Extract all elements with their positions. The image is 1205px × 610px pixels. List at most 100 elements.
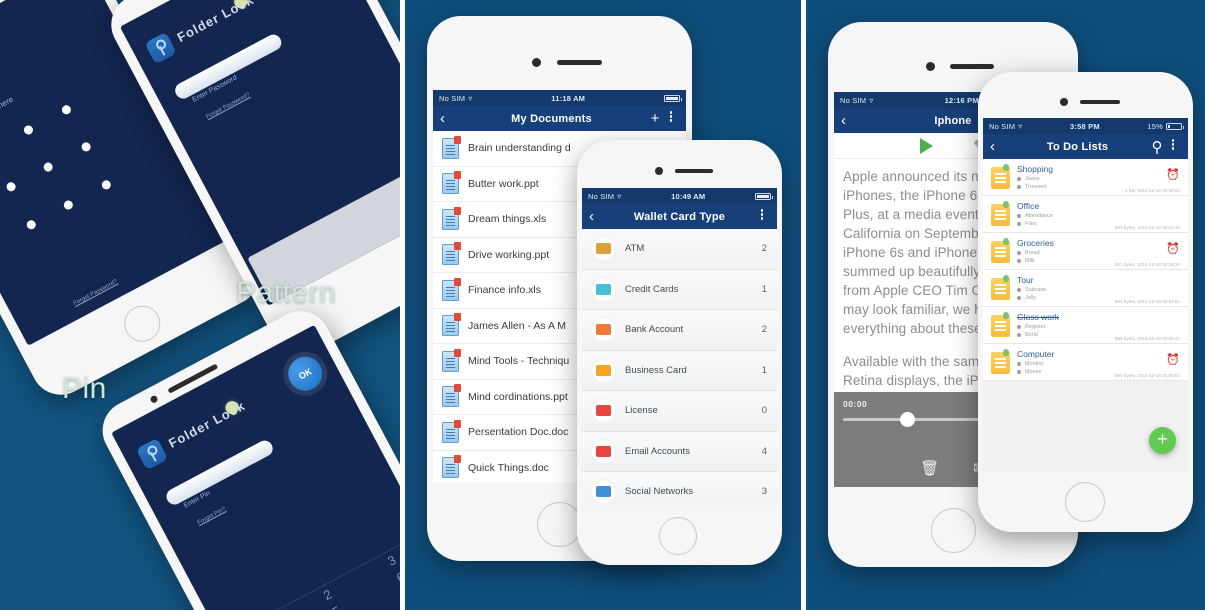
pattern-dot[interactable] (22, 123, 35, 136)
todo-list-row[interactable]: Glass work Register Bond 898 bytes, 2015-12… (983, 307, 1188, 344)
lock-key-icon (135, 437, 169, 471)
home-button[interactable] (1065, 482, 1105, 522)
wallet-card-row[interactable]: Business Card 1 (582, 350, 777, 391)
carrier-label: No SIM (588, 191, 615, 201)
wallet-card-row[interactable]: Email Accounts 4 (582, 431, 777, 472)
todo-list-row[interactable]: Tour Suitcase Jelly 893 bytes, 2015-12-18 0… (983, 270, 1188, 307)
pattern-dot-grid[interactable] (0, 81, 135, 254)
wallet-card-row[interactable]: ATM 2 (582, 229, 777, 270)
bullet-icon (1017, 295, 1021, 300)
social-network-icon (592, 480, 615, 504)
wallet-card-count: 1 (761, 283, 767, 295)
forgot-password-link[interactable]: Forgot Password? (205, 92, 251, 120)
todo-subitem: Jeans (1017, 176, 1180, 182)
todo-list-row[interactable]: Shopping Jeans Trousers ⏰ 1 KB, 2015-12-18 0… (983, 159, 1188, 196)
earpiece-speaker (1080, 100, 1120, 104)
status-time: 3:58 PM (1070, 121, 1100, 131)
play-icon[interactable] (920, 137, 934, 154)
carrier-label: No SIM (840, 95, 867, 105)
forgot-password-link[interactable]: Forgot Password? (73, 279, 119, 307)
kebab-menu-icon[interactable] (754, 208, 770, 226)
todo-subitem-label: Bread (1025, 250, 1040, 256)
todo-list-title: Groceries (1017, 238, 1054, 248)
carrier-label: No SIM (439, 93, 466, 103)
wallet-card-row[interactable]: Social Networks 3 (582, 472, 777, 505)
document-file-icon (442, 384, 461, 408)
document-name: Mind cordinations.ppt (468, 390, 568, 403)
pattern-dot[interactable] (100, 178, 113, 191)
back-chevron-icon[interactable]: ‹ (990, 139, 1006, 154)
todo-meta: 1 KB, 2015-12-18 03:58:51 (1124, 188, 1180, 193)
piggy-bank-icon (592, 318, 615, 342)
pattern-dot[interactable] (80, 141, 93, 154)
kebab-menu-icon[interactable] (1165, 138, 1181, 156)
bullet-icon (1017, 369, 1021, 374)
battery-icon (1166, 122, 1184, 130)
bullet-icon (1017, 258, 1021, 263)
pattern-dot[interactable] (62, 198, 75, 212)
forgot-pin-link[interactable]: Forgot Pin? (197, 506, 227, 526)
todo-list-row[interactable]: Office Attendance Files 893 bytes, 2015-12-… (983, 196, 1188, 233)
todo-screen: No SIM ▿ 3:58 PM 15% ‹ To Do Lists ⚲ Sho… (983, 118, 1188, 472)
home-button[interactable] (537, 502, 582, 547)
pin-lock-screen: Folder Lock OK Enter Pin Forgot Pin? 1 2… (111, 324, 400, 610)
email-envelope-icon (592, 439, 615, 463)
bullet-icon (1017, 332, 1021, 337)
panel-folder-lock-auth: Folder Lock Enter your pattern here Forg… (0, 0, 400, 610)
battery-icon (664, 94, 682, 102)
back-chevron-icon[interactable]: ‹ (589, 209, 605, 224)
wallet-card-count: 4 (761, 445, 767, 457)
carrier-label: No SIM (989, 121, 1016, 131)
player-knob[interactable] (900, 412, 916, 427)
document-file-icon (442, 419, 461, 443)
trash-icon[interactable]: 🗑 (920, 459, 939, 477)
keypad-key[interactable]: 1 (227, 603, 300, 610)
add-list-fab[interactable]: + (1149, 427, 1176, 454)
pin-keypad[interactable]: 1 2 3 4 5 6 7 8 9 0 (226, 534, 400, 610)
wallet-card-row[interactable]: Bank Account 2 (582, 310, 777, 351)
document-name: Dream things.xls (468, 213, 547, 226)
lock-key-icon (144, 31, 177, 65)
page-title: My Documents (511, 112, 592, 125)
document-name: Drive working.ppt (468, 248, 550, 261)
home-button[interactable] (117, 299, 167, 349)
home-button[interactable] (931, 508, 976, 553)
wallet-card-row[interactable]: Credit Cards 1 (582, 269, 777, 310)
home-button[interactable] (659, 517, 697, 555)
todo-list: Shopping Jeans Trousers ⏰ 1 KB, 2015-12-18 0… (983, 159, 1188, 381)
pattern-dot[interactable] (25, 218, 38, 232)
front-camera-icon (532, 58, 541, 67)
credit-card-icon (592, 277, 615, 301)
atm-card-icon (592, 237, 615, 261)
earpiece-speaker (950, 64, 994, 69)
back-chevron-icon[interactable]: ‹ (440, 111, 456, 126)
panel-documents-wallet: No SIM ▿ 11:18 AM ‹ My Documents + Brain… (405, 0, 801, 610)
pattern-dot[interactable] (42, 161, 55, 174)
bullet-icon (1017, 221, 1021, 226)
bullet-icon (1017, 251, 1021, 255)
label-pattern: Pattern (236, 276, 337, 309)
key-graphic (172, 31, 285, 102)
wallet-card-count: 1 (761, 364, 767, 376)
todo-note-icon (991, 312, 1010, 337)
document-file-icon (442, 348, 461, 372)
todo-list-row[interactable]: Groceries Bread Milk ⏰ 887 bytes, 2015-12-18… (983, 233, 1188, 270)
pattern-dot[interactable] (60, 103, 73, 116)
ok-button[interactable]: OK (282, 350, 329, 397)
search-icon[interactable]: ⚲ (1149, 138, 1165, 156)
todo-subitem: Suitcase (1017, 287, 1180, 293)
business-card-icon (592, 358, 615, 382)
wallet-navbar: ‹ Wallet Card Type (582, 204, 777, 229)
plus-icon[interactable]: + (647, 110, 663, 127)
back-chevron-icon[interactable]: ‹ (841, 113, 857, 128)
bullet-icon (1017, 288, 1021, 292)
pattern-dot[interactable] (5, 181, 18, 194)
todo-list-row[interactable]: Computer Monitor Mouse ⏰ 894 bytes, 2015-12-… (983, 344, 1188, 381)
wallet-card-count: 3 (761, 486, 767, 498)
kebab-menu-icon[interactable] (663, 110, 679, 128)
todo-subitem: Attendance (1017, 213, 1180, 219)
wallet-card-row[interactable]: License 0 (582, 391, 777, 432)
todo-subitem: Register (1017, 324, 1180, 330)
todo-note-icon (991, 349, 1010, 374)
bullet-icon (1017, 362, 1021, 366)
